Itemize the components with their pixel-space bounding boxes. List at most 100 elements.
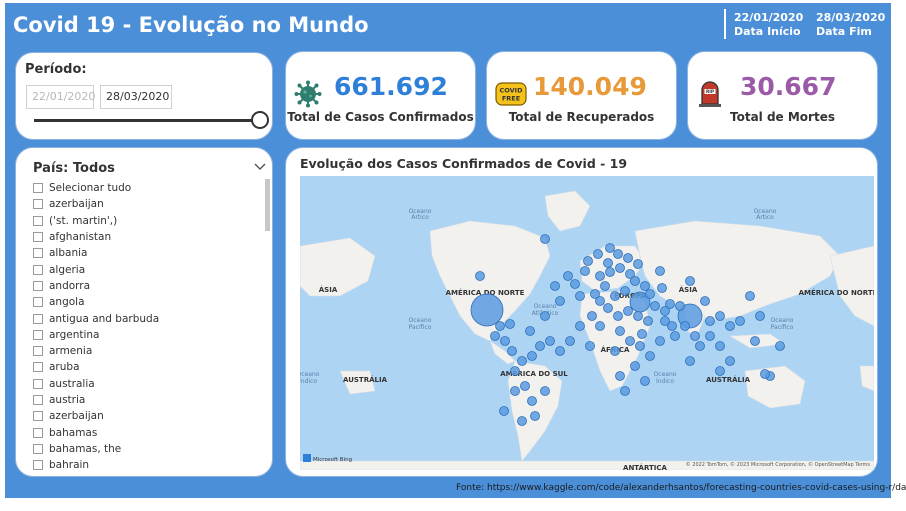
map-bubble[interactable] [705,316,715,326]
map-bubble[interactable] [643,316,653,326]
country-checkbox[interactable] [33,427,43,438]
map-bubble[interactable] [575,291,585,301]
map-bubble[interactable] [620,286,630,296]
country-checkbox[interactable] [33,346,43,357]
country-checkbox[interactable] [33,280,43,291]
map-bubble[interactable] [640,281,650,291]
map-bubble[interactable] [595,321,605,331]
country-list-item[interactable]: australia [33,376,243,392]
map-bubble[interactable] [475,271,485,281]
map-bubble[interactable] [725,321,735,331]
map-bubble[interactable] [750,336,760,346]
map-bubble[interactable] [520,381,530,391]
country-checkbox[interactable] [33,264,43,275]
country-checkbox[interactable] [33,460,43,471]
country-list-item[interactable]: andorra [33,278,243,294]
map-bubble[interactable] [583,256,593,266]
country-checkbox[interactable] [33,183,43,194]
map-bubble[interactable] [615,263,625,273]
map-bubble[interactable] [593,249,603,259]
source-url[interactable]: https://www.kaggle.com/code/alexanderhsa… [487,483,906,493]
map-bubble[interactable] [527,396,537,406]
map-bubble[interactable] [695,341,705,351]
country-list-item[interactable]: angola [33,294,243,310]
map-bubble[interactable] [613,311,623,321]
map-bubble[interactable] [550,281,560,291]
map-canvas[interactable]: Oceano Ártico Oceano Ártico ÁSIA ÁSIA AMÉRICA … [300,176,874,470]
map-bubble[interactable] [685,276,695,286]
map-bubble[interactable] [760,369,770,379]
country-list-scrollbar[interactable] [265,179,270,231]
map-bubble[interactable] [595,271,605,281]
country-list-item[interactable]: azerbaijan [33,196,243,212]
country-list-item[interactable]: aruba [33,359,243,375]
map-bubble[interactable] [775,341,785,351]
map-bubble[interactable] [510,366,520,376]
map-bubble[interactable] [655,266,665,276]
map-bubble[interactable] [470,293,504,327]
map-bubble[interactable] [517,416,527,426]
map-bubble[interactable] [685,356,695,366]
map-bubble[interactable] [705,331,715,341]
country-filter-title[interactable]: País: Todos [33,161,115,176]
country-checkbox[interactable] [33,248,43,259]
map-bubble[interactable] [690,331,700,341]
map-bubble[interactable] [610,291,620,301]
map-bubble[interactable] [625,336,635,346]
map-bubble[interactable] [715,311,725,321]
period-slider-handle[interactable] [251,111,269,129]
map-bubble[interactable] [517,356,527,366]
map-bubble[interactable] [500,336,510,346]
map-bubble[interactable] [585,341,595,351]
map-bubble[interactable] [615,326,625,336]
map-bubble[interactable] [670,331,680,341]
country-list-item[interactable]: armenia [33,343,243,359]
map-bubble[interactable] [700,296,710,306]
map-bubble[interactable] [755,311,765,321]
map-bubble[interactable] [715,366,725,376]
country-list-item[interactable]: bahamas [33,424,243,440]
map-bubble[interactable] [715,341,725,351]
country-list-item[interactable]: bahamas, the [33,441,243,457]
period-slider-track[interactable] [34,119,258,122]
country-list-item[interactable]: argentina [33,327,243,343]
map-bubble[interactable] [650,301,660,311]
country-list-item[interactable]: afghanistan [33,229,243,245]
country-list-item[interactable]: austria [33,392,243,408]
map-bubble[interactable] [535,341,545,351]
country-checkbox[interactable] [33,313,43,324]
country-checkbox[interactable] [33,215,43,226]
map-bubble[interactable] [745,291,755,301]
map-bubble[interactable] [495,321,505,331]
map-bubble[interactable] [540,311,550,321]
map-bubble[interactable] [630,276,640,286]
country-checkbox[interactable] [33,362,43,373]
country-list-item[interactable]: algeria [33,261,243,277]
country-list-item[interactable]: albania [33,245,243,261]
map-bubble[interactable] [660,316,670,326]
country-checkbox[interactable] [33,411,43,422]
country-checkbox[interactable] [33,297,43,308]
map-bubble[interactable] [655,336,665,346]
map-bubble[interactable] [665,299,675,309]
map-bubble[interactable] [600,281,610,291]
map-bubble[interactable] [657,283,667,293]
map-bubble[interactable] [620,386,630,396]
map-bubble[interactable] [563,271,573,281]
country-checkbox[interactable] [33,232,43,243]
map-bubble[interactable] [575,321,585,331]
map-bubble[interactable] [507,346,517,356]
map-bubble[interactable] [630,361,640,371]
map-bubble[interactable] [580,266,590,276]
map-bubble[interactable] [623,253,633,263]
chevron-down-icon[interactable] [254,162,266,172]
country-list-item[interactable]: Selecionar tudo [33,180,243,196]
map-bubble[interactable] [505,319,515,329]
map-bubble[interactable] [603,258,613,268]
map-bubble[interactable] [570,279,580,289]
map-bubble[interactable] [635,341,645,351]
map-bubble[interactable] [615,371,625,381]
map-bubble[interactable] [645,289,655,299]
country-list-item[interactable]: azerbaijan [33,408,243,424]
map-bubble[interactable] [527,351,537,361]
